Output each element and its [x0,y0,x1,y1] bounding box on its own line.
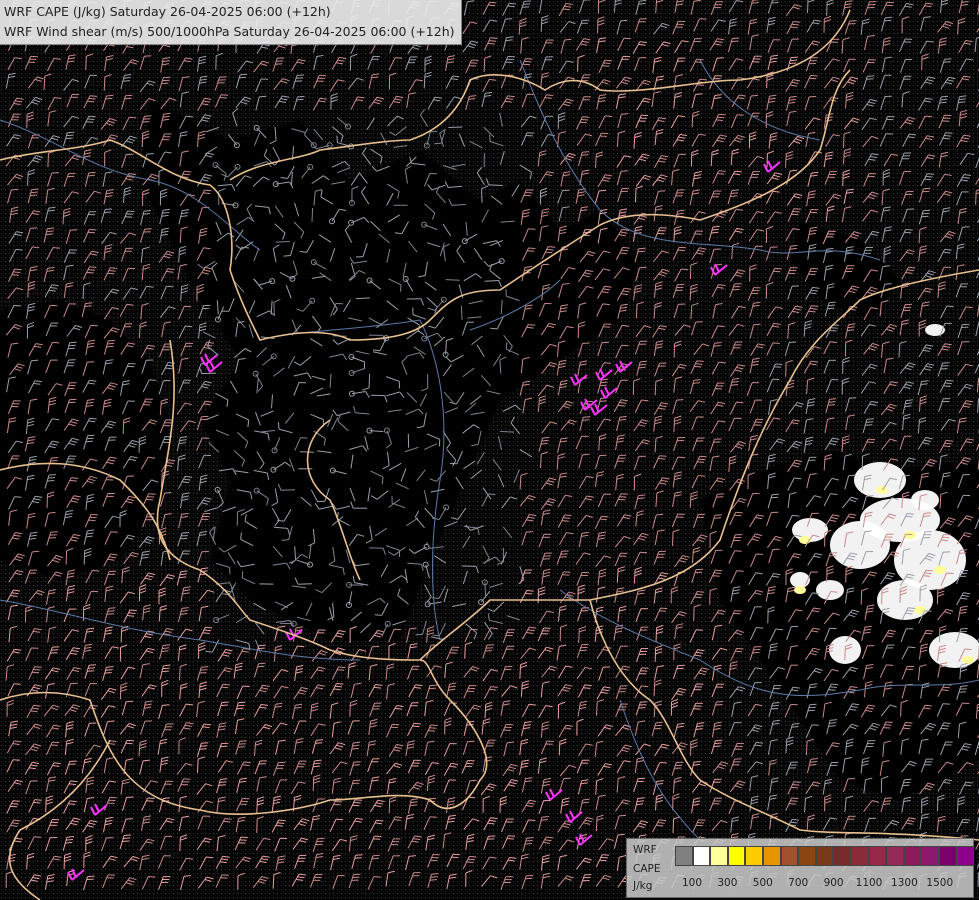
legend-swatch [938,846,957,866]
shear-barb [445,279,460,281]
legend-swatch [815,846,834,866]
shear-barb [460,305,463,320]
legend-tick: 1300 [891,877,918,889]
map-title: WRF CAPE (J/kg) Saturday 26-04-2025 06:0… [0,0,462,45]
legend-swatch [886,846,904,866]
shear-barb [500,430,515,433]
legend-field-label: CAPE [633,863,661,875]
legend-color-scale [675,846,975,866]
title-cape: WRF CAPE (J/kg) Saturday 26-04-2025 06:0… [4,4,331,19]
legend-swatch [921,846,939,866]
legend-swatch [727,846,746,866]
cape-area [830,521,890,569]
legend-tick: 300 [717,877,738,889]
legend-swatch [798,846,816,866]
shear-barb [448,126,463,128]
legend-swatch [745,846,763,866]
legend-tick: 500 [752,877,773,889]
cape-area [816,580,844,600]
legend-swatch [850,846,869,866]
cape-legend: WRF CAPE J/kg 100 300 500 700 900 1100 1300 150… [626,838,975,898]
legend-tick: 1500 [926,877,954,889]
cape-area-moderate [914,606,926,614]
cape-area [790,572,810,588]
cape-shear-map [0,0,979,900]
cape-area-moderate [934,566,946,574]
legend-tick: 900 [823,877,844,889]
legend-swatch [956,846,975,866]
legend-swatch [868,846,887,866]
legend-swatch [780,846,799,866]
legend-swatch [833,846,851,866]
legend-unit-label: J/kg [633,880,653,892]
legend-swatch [692,846,711,866]
legend-tick: 1100 [855,877,883,889]
legend-tick: 100 [681,877,703,889]
shear-barb [275,241,290,243]
cape-area-moderate [794,586,806,594]
legend-swatch [903,846,922,866]
cape-area-moderate [876,486,888,494]
legend-swatch [710,846,728,866]
legend-tick: 700 [788,877,809,889]
legend-tick-labels: 100 300 500 700 900 1100 1300 1500 [675,877,971,891]
legend-swatch [762,846,781,866]
title-wind-shear: WRF Wind shear (m/s) 500/1000hPa Saturda… [4,24,455,39]
legend-model-label: WRF [633,844,657,856]
cape-area-moderate [962,656,974,664]
legend-swatch [675,846,693,866]
shear-barb [311,207,314,223]
cape-area [911,490,939,510]
